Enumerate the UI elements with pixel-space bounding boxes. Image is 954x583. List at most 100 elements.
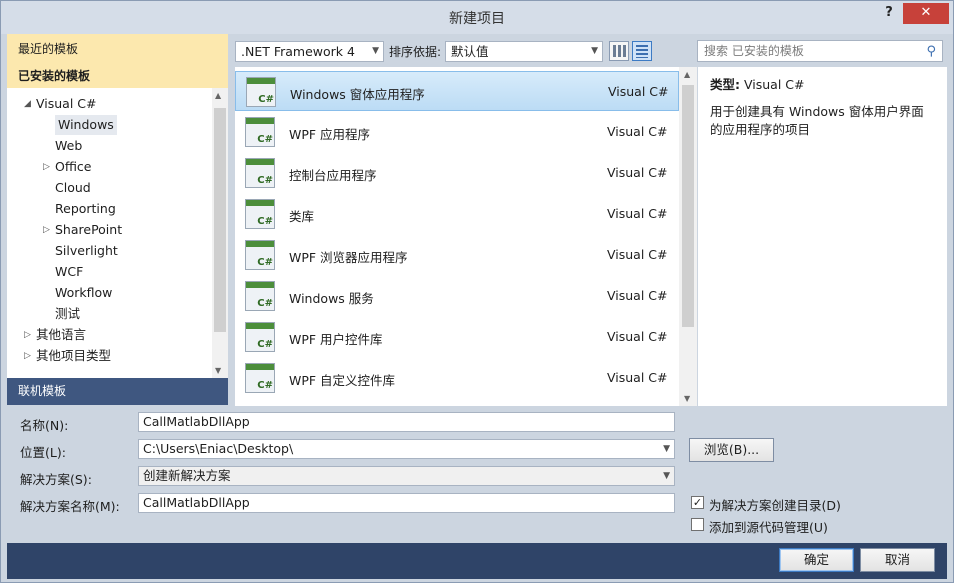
scroll-up-icon[interactable]: ▲ [684,70,690,79]
category-item[interactable]: Cloud [55,178,91,198]
add-source-control-label[interactable]: 添加到源代码管理(U) [709,517,828,536]
category-item[interactable]: ▷ 其他项目类型 [24,346,112,366]
template-item[interactable]: C# WPF 自定义控件库 Visual C# [235,358,679,398]
template-categories-panel: 最近的模板 已安装的模板 ◢ Visual C# Windows Web ▷ Office… [7,34,228,405]
template-item[interactable]: C# 类库 Visual C# [235,194,679,234]
category-item[interactable]: ▷ SharePoint [43,220,123,240]
dialog-title: 新建项目 [449,11,505,27]
name-input[interactable]: CallMatlabDllApp [138,412,675,432]
template-language: Visual C# [608,84,669,99]
template-name: Windows 窗体应用程序 [290,87,425,102]
category-label: Office [55,159,92,174]
template-item[interactable]: C# WPF 浏览器应用程序 Visual C# [235,235,679,275]
template-name: WPF 应用程序 [289,127,371,142]
category-item[interactable]: WCF [55,262,83,282]
template-name: WPF 浏览器应用程序 [289,250,408,265]
category-label: WCF [55,264,84,279]
category-scrollbar[interactable]: ▲ ▼ [212,88,228,378]
location-input[interactable]: C:\Users\Eniac\Desktop\ ▼ [138,439,675,459]
category-item[interactable]: 测试 [55,304,80,324]
template-item[interactable]: C# Windows 窗体应用程序 Visual C# [235,71,679,111]
installed-templates-item[interactable]: 已安装的模板 [18,67,90,84]
chevron-down-icon: ▼ [372,46,379,56]
online-templates-item[interactable]: 联机模板 [7,378,228,405]
browse-button[interactable]: 浏览(B)... [689,438,774,462]
category-label: 其他语言 [36,327,87,342]
title-bar: 新建项目 ? ✕ [1,1,953,34]
category-item[interactable]: Reporting [55,199,116,219]
category-item[interactable]: Silverlight [55,241,118,261]
location-value: C:\Users\Eniac\Desktop\ [143,441,294,456]
type-value: Visual C# [743,77,805,92]
template-name: 控制台应用程序 [289,168,377,183]
category-label: Workflow [55,285,113,300]
collapsed-arrow-icon[interactable]: ▷ [43,157,50,177]
category-item[interactable]: ▷ 其他语言 [24,325,87,345]
template-item[interactable]: C# 控制台应用程序 Visual C# [235,153,679,193]
template-language: Visual C# [607,206,668,221]
medium-icons-icon [636,45,648,58]
category-label: Reporting [55,201,116,216]
help-button[interactable]: ? [881,5,897,23]
recent-templates-item[interactable]: 最近的模板 [18,40,78,57]
collapsed-arrow-icon[interactable]: ▷ [43,220,50,240]
search-icon[interactable]: ⚲ [926,42,936,62]
template-description: 用于创建具有 Windows 窗体用户界面的应用程序的项目 [710,104,924,137]
template-list-scrollbar[interactable]: ▲ ▼ [679,67,697,406]
cancel-button[interactable]: 取消 [860,548,935,572]
csharp-project-icon: C# [245,240,275,270]
csharp-project-icon: C# [245,199,275,229]
create-directory-label[interactable]: 为解决方案创建目录(D) [709,495,841,514]
template-item[interactable]: C# WPF 应用程序 Visual C# [235,112,679,152]
csharp-project-icon: C# [245,363,275,393]
csharp-project-icon: C# [245,117,275,147]
collapsed-arrow-icon[interactable]: ▷ [24,325,31,345]
close-button[interactable]: ✕ [903,3,949,24]
small-icons-icon [613,45,626,57]
category-item[interactable]: Windows [55,115,117,135]
template-list: C# Windows 窗体应用程序 Visual C# C# WPF 应用程序 Visua… [235,67,679,406]
category-item[interactable]: ▷ Office [43,157,92,177]
csharp-project-icon: C# [245,322,275,352]
framework-select[interactable]: .NET Framework 4 ▼ [235,41,384,62]
category-label: Web [55,138,83,153]
solution-select[interactable]: 创建新解决方案 ▼ [138,466,675,486]
category-item[interactable]: Workflow [55,283,112,303]
add-source-control-checkbox[interactable] [691,518,704,531]
sort-select[interactable]: 默认值 ▼ [445,41,603,62]
solution-label: 解决方案(S): [20,472,92,487]
template-language: Visual C# [607,165,668,180]
category-label: SharePoint [55,222,123,237]
template-language: Visual C# [607,124,668,139]
template-item[interactable]: C# WPF 用户控件库 Visual C# [235,317,679,357]
medium-icons-view-button[interactable] [632,41,652,61]
scroll-down-icon[interactable]: ▼ [215,366,221,375]
create-directory-checkbox[interactable]: ✓ [691,496,704,509]
category-label: Silverlight [55,243,118,258]
scroll-up-icon[interactable]: ▲ [215,91,221,100]
scroll-down-icon[interactable]: ▼ [684,394,690,403]
ok-button[interactable]: 确定 [779,548,854,572]
search-templates-input[interactable]: 搜索 已安装的模板 ⚲ [697,40,943,62]
csharp-project-icon: C# [245,158,275,188]
template-item[interactable]: C# Windows 服务 Visual C# [235,276,679,316]
sort-value: 默认值 [451,44,489,59]
template-language: Visual C# [607,288,668,303]
solution-name-label: 解决方案名称(M): [20,499,120,514]
collapsed-arrow-icon[interactable]: ▷ [24,346,31,366]
new-project-dialog: 新建项目 ? ✕ 最近的模板 已安装的模板 ◢ Visual C# Windows W… [0,0,954,583]
expanded-arrow-icon[interactable]: ◢ [24,94,31,114]
framework-value: .NET Framework 4 [241,44,355,59]
chevron-down-icon: ▼ [663,471,670,481]
scroll-thumb[interactable] [214,108,226,332]
category-item[interactable]: Web [55,136,82,156]
category-item[interactable]: ◢ Visual C# [24,94,97,114]
category-tree: ◢ Visual C# Windows Web ▷ Office Cloud Reportin… [7,88,212,378]
chevron-down-icon[interactable]: ▼ [663,440,670,458]
scroll-thumb[interactable] [682,85,694,327]
small-icons-view-button[interactable] [609,41,629,61]
category-label: 其他项目类型 [36,348,112,363]
solution-name-input[interactable]: CallMatlabDllApp [138,493,675,513]
template-name: WPF 自定义控件库 [289,373,396,388]
solution-value: 创建新解决方案 [143,468,231,483]
